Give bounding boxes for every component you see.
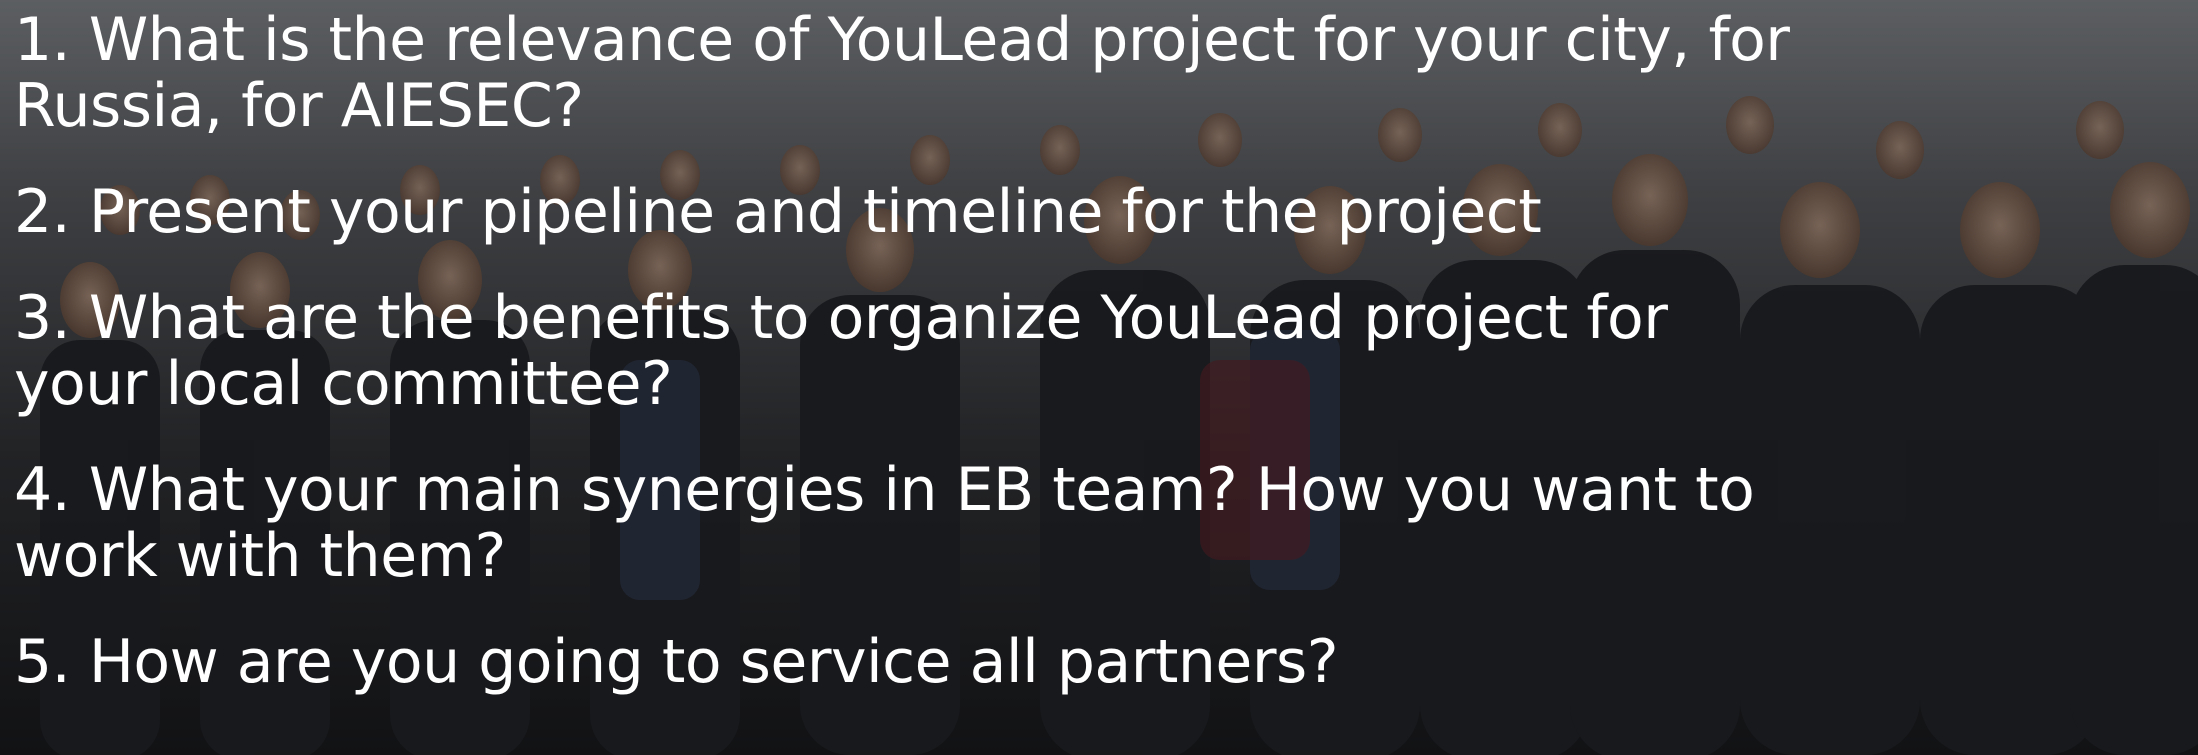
- slide: 1. What is the relevance of YouLead proj…: [0, 0, 2198, 755]
- question-4: 4. What your main synergies in EB team? …: [14, 455, 1755, 591]
- question-5: 5. How are you going to service all part…: [14, 627, 1339, 697]
- question-3: 3. What are the benefits to organize You…: [14, 283, 1668, 419]
- question-list: 1. What is the relevance of YouLead proj…: [14, 0, 2194, 695]
- question-1: 1. What is the relevance of YouLead proj…: [14, 5, 1790, 141]
- question-2: 2. Present your pipeline and timeline fo…: [14, 177, 1542, 247]
